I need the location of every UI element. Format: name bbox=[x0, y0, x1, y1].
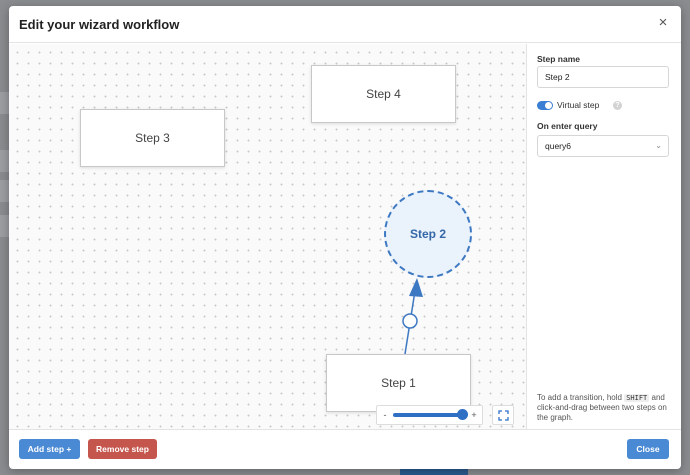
modal-footer: Add step + Remove step Close bbox=[9, 429, 681, 469]
on-enter-query-label: On enter query bbox=[537, 121, 598, 131]
virtual-step-toggle[interactable] bbox=[537, 101, 553, 110]
fullscreen-icon bbox=[497, 409, 509, 421]
help-icon[interactable]: ? bbox=[613, 101, 622, 110]
zoom-slider[interactable] bbox=[393, 409, 468, 420]
help-text-before: To add a transition, hold bbox=[537, 393, 622, 402]
modal-title: Edit your wizard workflow bbox=[19, 17, 180, 32]
step-node-3[interactable]: Step 3 bbox=[80, 109, 225, 167]
remove-step-button[interactable]: Remove step bbox=[88, 439, 157, 459]
background-strip bbox=[0, 180, 9, 202]
zoom-control: - + bbox=[376, 405, 483, 425]
virtual-step-label: Virtual step bbox=[557, 100, 600, 110]
fit-to-screen-button[interactable] bbox=[492, 405, 514, 425]
zoom-out-button[interactable]: - bbox=[381, 410, 389, 420]
transition-arrow-head bbox=[409, 278, 423, 297]
add-step-button[interactable]: Add step + bbox=[19, 439, 80, 459]
wizard-workflow-modal: Edit your wizard workflow × Step 3 Step … bbox=[9, 6, 681, 469]
step-name-label: Step name bbox=[537, 54, 580, 64]
background-strip bbox=[0, 215, 9, 237]
step-properties-panel: Step name Step 2 Virtual step ? On enter… bbox=[526, 44, 681, 429]
modal-header: Edit your wizard workflow × bbox=[9, 6, 681, 43]
chevron-down-icon: ⌄ bbox=[655, 141, 662, 150]
virtual-step-node-2[interactable]: Step 2 bbox=[384, 190, 472, 278]
step-node-4[interactable]: Step 4 bbox=[311, 65, 456, 123]
zoom-slider-thumb[interactable] bbox=[457, 409, 468, 420]
step-node-1[interactable]: Step 1 bbox=[326, 354, 471, 412]
on-enter-query-value: query6 bbox=[545, 141, 571, 151]
close-icon[interactable]: × bbox=[655, 15, 671, 31]
zoom-in-button[interactable]: + bbox=[470, 410, 478, 420]
shift-key: SHIFT bbox=[624, 394, 650, 402]
on-enter-query-select[interactable]: query6 ⌄ bbox=[537, 135, 669, 157]
background-strip bbox=[0, 150, 9, 172]
workflow-graph-canvas[interactable]: Step 3 Step 4 Step 1 Step 2 - + bbox=[9, 44, 526, 429]
transition-help-text: To add a transition, hold SHIFT and clic… bbox=[537, 393, 672, 423]
background-strip bbox=[0, 92, 9, 114]
transition-edge-1-2[interactable] bbox=[404, 290, 416, 355]
transition-handle[interactable] bbox=[402, 313, 418, 329]
toggle-knob bbox=[545, 102, 552, 109]
step-name-input[interactable]: Step 2 bbox=[537, 66, 669, 88]
close-button[interactable]: Close bbox=[627, 439, 669, 459]
